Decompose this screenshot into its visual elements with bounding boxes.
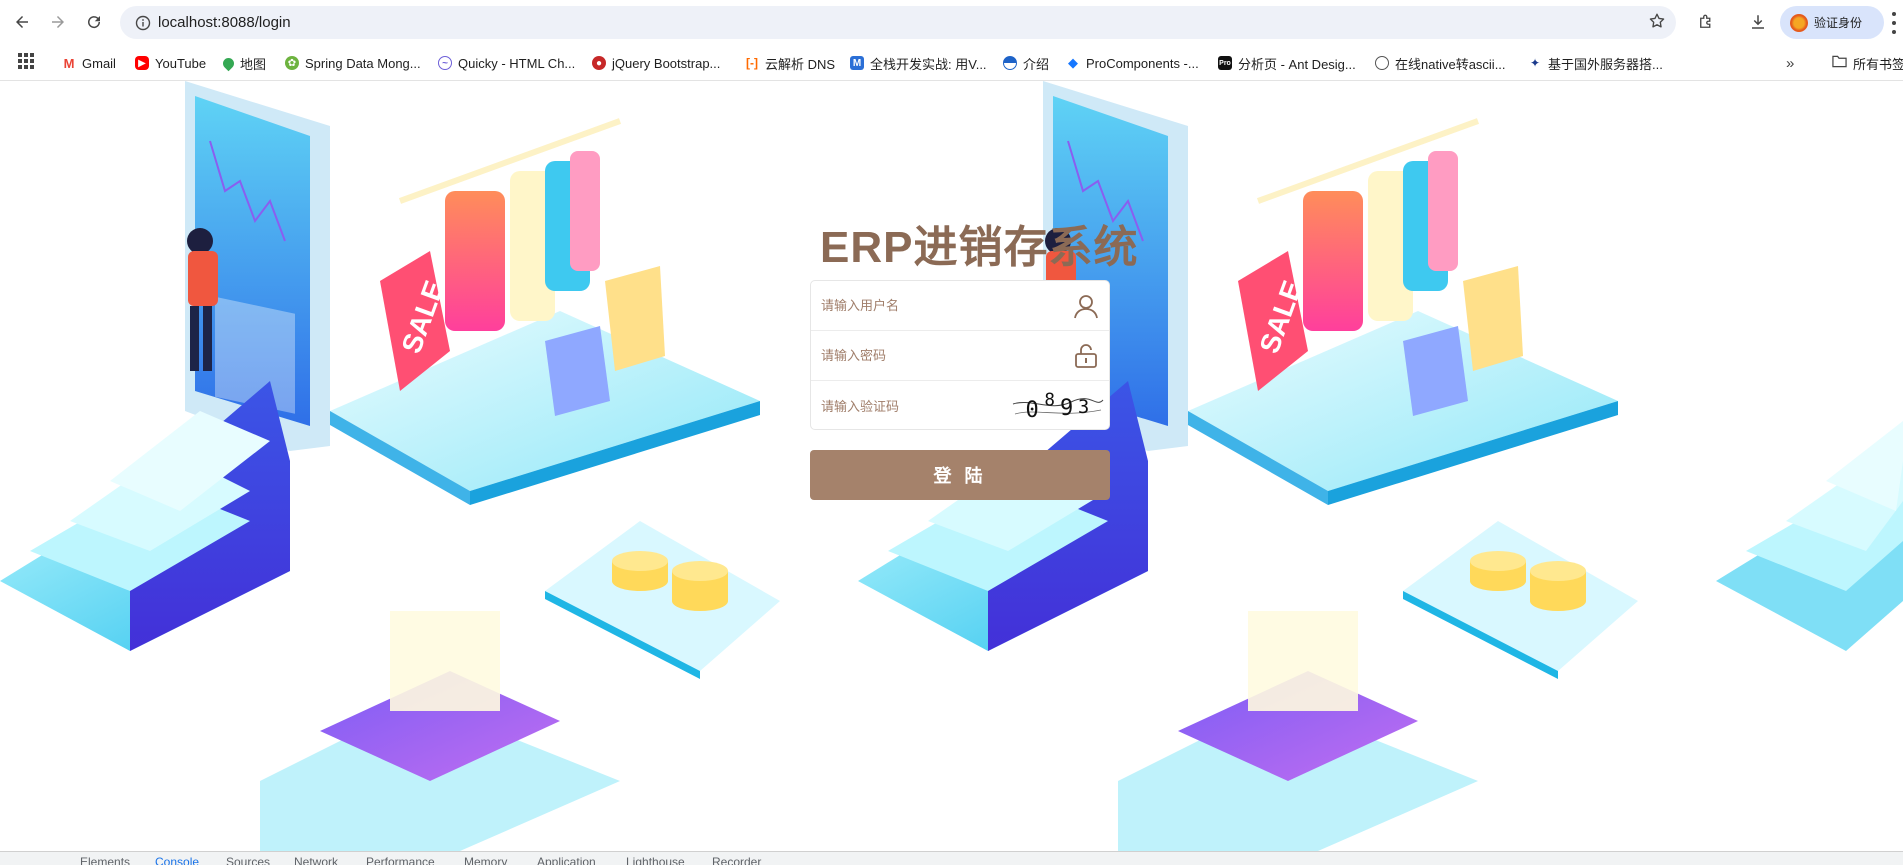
login-button[interactable]: 登 陆 xyxy=(810,450,1110,500)
chevrons-right-icon: » xyxy=(1786,54,1795,72)
devtools-tab-sources[interactable]: Sources xyxy=(226,855,270,865)
captcha-input[interactable] xyxy=(821,398,1021,414)
devtools-tab-recorder[interactable]: Recorder xyxy=(712,855,761,865)
forward-button[interactable] xyxy=(44,8,72,36)
maps-icon xyxy=(220,55,237,71)
folder-icon xyxy=(1832,55,1847,71)
youtube-icon: ▶ xyxy=(135,56,149,70)
bookmark-procomponents[interactable]: ◆ ProComponents -... xyxy=(1066,53,1199,73)
devtools-tab-lighthouse[interactable]: Lighthouse xyxy=(626,855,685,865)
bookmark-quicky[interactable]: ~ Quicky - HTML Ch... xyxy=(438,53,575,73)
m-icon: M xyxy=(850,56,864,70)
bookmark-youtube[interactable]: ▶ YouTube xyxy=(135,53,206,73)
devtools-tab-application[interactable]: Application xyxy=(537,855,596,865)
avatar-icon xyxy=(1790,13,1808,32)
spring-icon: ✿ xyxy=(285,56,299,70)
download-icon xyxy=(1752,15,1764,29)
captcha-char: 3 xyxy=(1078,396,1090,418)
password-row xyxy=(811,331,1109,381)
bookmark-jquery[interactable]: ● jQuery Bootstrap... xyxy=(592,53,720,73)
background-illustration-edge xyxy=(1716,421,1903,651)
captcha-char: 0 xyxy=(1025,397,1039,423)
site-icon: ✦ xyxy=(1528,56,1542,70)
bookmark-spring[interactable]: ✿ Spring Data Mong... xyxy=(285,53,421,73)
profile-button[interactable]: 验证身份 xyxy=(1780,6,1884,39)
arrow-left-icon xyxy=(16,16,28,28)
bookmark-gmail[interactable]: M Gmail xyxy=(62,53,116,73)
site-info-icon[interactable] xyxy=(128,15,158,31)
user-icon xyxy=(1074,295,1098,319)
bookmark-fullstack[interactable]: M 全栈开发实战: 用V... xyxy=(850,53,987,73)
bookmark-analysis[interactable]: Pro 分析页 - Ant Desig... xyxy=(1218,53,1356,73)
arrow-right-icon xyxy=(52,16,64,28)
devtools-tab-performance[interactable]: Performance xyxy=(366,855,435,865)
browser-menu-icon[interactable] xyxy=(1888,12,1900,34)
page-title: ERP进销存系统 xyxy=(820,223,1139,272)
address-bar[interactable]: localhost:8088/login xyxy=(120,6,1676,39)
antd-icon: ◆ xyxy=(1066,55,1080,70)
aliyun-icon: [-] xyxy=(745,56,759,70)
lock-icon xyxy=(1075,344,1097,368)
back-button[interactable] xyxy=(8,8,36,36)
browser-toolbar: localhost:8088/login 验证身份 xyxy=(0,0,1903,45)
username-input[interactable] xyxy=(821,298,1021,313)
bookmark-native-ascii[interactable]: 在线native转ascii... xyxy=(1375,53,1506,73)
reload-icon xyxy=(88,16,101,29)
captcha-char: 9 xyxy=(1060,395,1074,421)
puzzle-icon xyxy=(1700,14,1711,28)
devtools-tab-elements[interactable]: Elements xyxy=(80,855,130,865)
reload-button[interactable] xyxy=(80,8,108,36)
captcha-row: 0 8 9 3 xyxy=(811,381,1109,431)
all-bookmarks-folder[interactable]: 所有书签 xyxy=(1832,53,1903,73)
extensions-button[interactable] xyxy=(1694,10,1718,34)
bookmarks-overflow-button[interactable]: » xyxy=(1786,53,1794,73)
pro-icon: Pro xyxy=(1218,56,1232,70)
devtools-tab-network[interactable]: Network xyxy=(294,855,338,865)
globe-blue-icon xyxy=(1003,56,1017,70)
bookmark-star-icon[interactable] xyxy=(1648,12,1666,35)
captcha-char: 8 xyxy=(1044,390,1055,410)
url-text: localhost:8088/login xyxy=(158,14,291,31)
devtools-tab-console[interactable]: Console xyxy=(155,855,199,865)
globe-icon xyxy=(1375,56,1389,70)
apps-grid-icon[interactable] xyxy=(18,53,34,69)
background-illustration: SALE xyxy=(0,81,780,851)
bookmark-server[interactable]: ✦ 基于国外服务器搭... xyxy=(1528,53,1663,73)
password-input[interactable] xyxy=(821,348,1021,363)
devtools-tab-memory[interactable]: Memory xyxy=(464,855,507,865)
quicky-icon: ~ xyxy=(438,56,452,70)
devtools-panel: Elements Console Sources Network Perform… xyxy=(0,851,1903,865)
username-row xyxy=(811,281,1109,331)
gmail-icon: M xyxy=(62,55,76,71)
captcha-image[interactable]: 0 8 9 3 xyxy=(1011,390,1105,423)
downloads-button[interactable] xyxy=(1746,10,1770,34)
login-form: 0 8 9 3 xyxy=(810,280,1110,430)
bookmark-aliyun-dns[interactable]: [-] 云解析 DNS xyxy=(745,53,835,73)
bookmark-maps[interactable]: 地图 xyxy=(220,53,266,73)
profile-label: 验证身份 xyxy=(1814,16,1863,30)
bookmark-intro[interactable]: 介绍 xyxy=(1003,53,1049,73)
jquery-icon: ● xyxy=(592,56,606,70)
